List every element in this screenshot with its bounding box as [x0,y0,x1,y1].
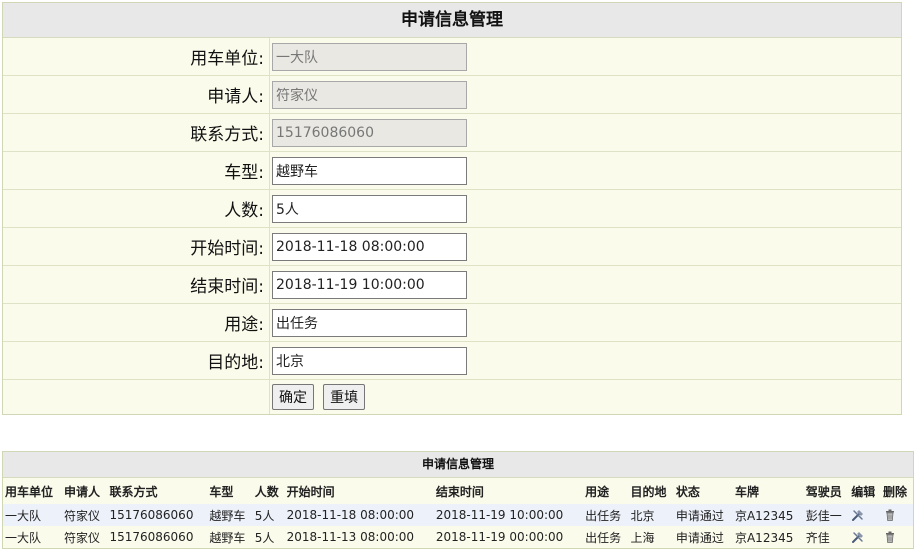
col-driver: 驾驶员 [803,478,850,504]
table-row: 一大队 符家仪 15176086060 越野车 5人 2018-11-18 08… [3,504,913,526]
applicant-label: 申请人: [207,87,264,107]
form-row-start-time: 开始时间: [3,228,901,266]
cell-unit: 一大队 [3,504,63,526]
end-time-field[interactable] [272,270,467,299]
trash-icon[interactable] [883,530,897,544]
col-plate: 车牌 [732,478,804,504]
cell-driver: 齐佳 [803,526,850,548]
unit-field[interactable] [272,42,467,71]
edit-tools-icon[interactable] [851,508,865,522]
col-destination: 目的地 [628,478,674,504]
form-row-vehicle-type: 车型: [3,152,901,190]
cell-end-time: 2018-11-19 00:00:00 [433,526,584,548]
cell-people: 5人 [252,526,285,548]
cell-destination: 上海 [628,526,674,548]
col-end-time: 结束时间 [433,478,584,504]
cell-unit: 一大队 [3,526,63,548]
edit-cell [849,526,882,548]
destination-label: 目的地: [207,353,264,373]
col-delete: 删除 [881,478,913,504]
form-row-destination: 目的地: [3,342,901,380]
cell-start-time: 2018-11-13 08:00:00 [284,526,434,548]
cell-vehicle-type: 越野车 [207,504,253,526]
vehicle-type-field[interactable] [272,156,467,185]
cell-status: 申请通过 [673,526,733,548]
cell-driver: 彭佳一 [803,504,850,526]
cell-purpose: 出任务 [583,504,629,526]
vehicle-type-label: 车型: [224,163,264,183]
reset-button[interactable]: 重填 [323,384,366,410]
form-row-contact: 联系方式: [3,114,901,152]
form-row-end-time: 结束时间: [3,266,901,304]
form-row-unit: 用车单位: [3,38,901,76]
cell-plate: 京A12345 [732,504,804,526]
col-purpose: 用途 [583,478,629,504]
delete-cell [881,504,913,526]
start-time-field[interactable] [272,232,467,261]
cell-contact: 15176086060 [107,504,208,526]
col-people: 人数 [252,478,285,504]
col-applicant: 申请人 [62,478,108,504]
people-count-label: 人数: [224,201,264,221]
people-count-field[interactable] [272,194,467,223]
application-list: 申请信息管理 用车单位 申请人 联系方式 车型 人数 开始时间 结束时间 用途 … [2,451,914,549]
cell-destination: 北京 [628,504,674,526]
table-row: 一大队 符家仪 15176086060 越野车 5人 2018-11-13 08… [3,526,913,548]
edit-tools-icon[interactable] [851,530,865,544]
edit-cell [849,504,882,526]
col-contact: 联系方式 [107,478,208,504]
form-title: 申请信息管理 [3,3,901,38]
col-vehicle-type: 车型 [207,478,253,504]
cell-start-time: 2018-11-18 08:00:00 [284,504,434,526]
col-edit: 编辑 [849,478,882,504]
cell-status: 申请通过 [673,504,733,526]
cell-purpose: 出任务 [583,526,629,548]
cell-end-time: 2018-11-19 10:00:00 [433,504,584,526]
contact-label: 联系方式: [190,125,264,145]
form-row-applicant: 申请人: [3,76,901,114]
application-table: 用车单位 申请人 联系方式 车型 人数 开始时间 结束时间 用途 目的地 状态 … [3,478,913,548]
application-form: 申请信息管理 用车单位: 申请人: 联系方式: 车型: 人数: 开始时间: 结束… [2,2,902,415]
col-unit: 用车单位 [3,478,63,504]
unit-label: 用车单位: [190,49,264,69]
contact-field[interactable] [272,118,467,147]
table-header-row: 用车单位 申请人 联系方式 车型 人数 开始时间 结束时间 用途 目的地 状态 … [3,478,913,504]
start-time-label: 开始时间: [190,239,264,259]
end-time-label: 结束时间: [190,277,264,297]
confirm-button[interactable]: 确定 [272,384,314,410]
form-row-purpose: 用途: [3,304,901,342]
delete-cell [881,526,913,548]
cell-people: 5人 [252,504,285,526]
cell-contact: 15176086060 [107,526,208,548]
applicant-field[interactable] [272,80,467,109]
form-row-people-count: 人数: [3,190,901,228]
col-status: 状态 [673,478,733,504]
destination-field[interactable] [272,346,467,375]
col-start-time: 开始时间 [284,478,434,504]
cell-plate: 京A12345 [732,526,804,548]
form-actions: 确定 重填 [3,380,901,414]
cell-applicant: 符家仪 [62,504,108,526]
trash-icon[interactable] [883,508,897,522]
list-title: 申请信息管理 [3,452,913,478]
purpose-field[interactable] [272,308,467,337]
cell-applicant: 符家仪 [62,526,108,548]
purpose-label: 用途: [224,315,264,335]
cell-vehicle-type: 越野车 [207,526,253,548]
